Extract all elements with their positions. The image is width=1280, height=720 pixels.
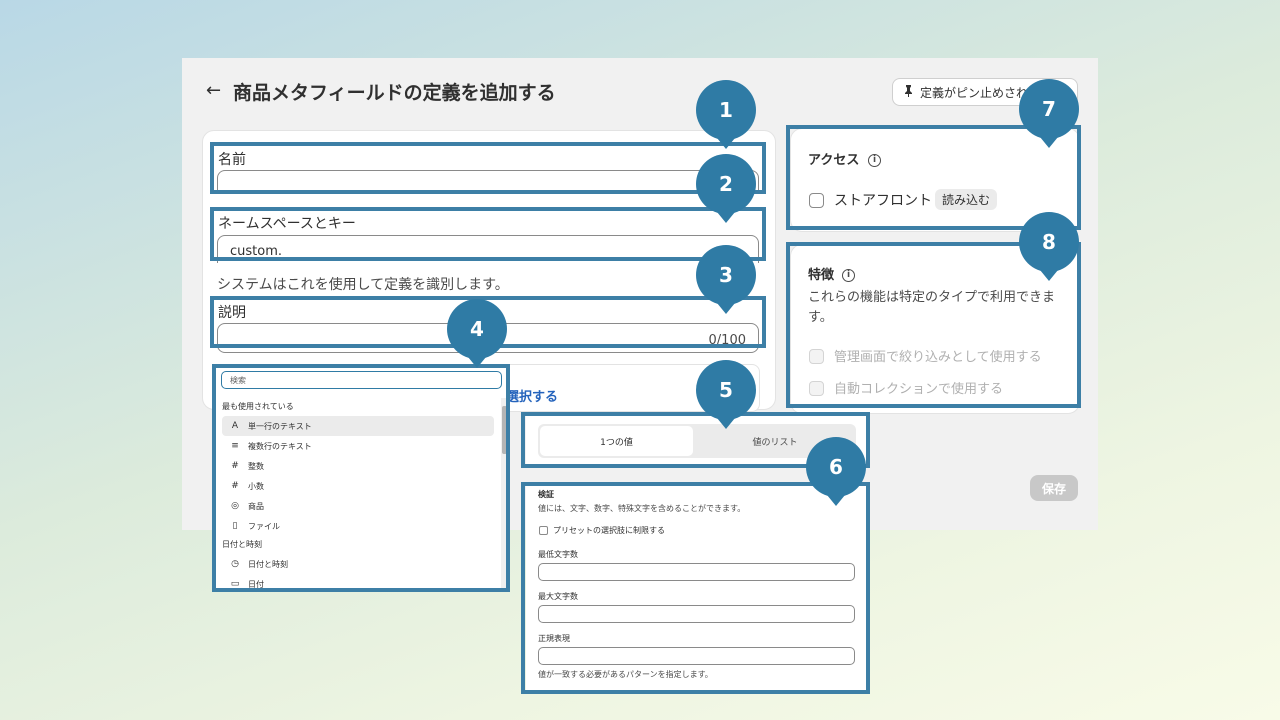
type-item-decimal[interactable]: # 小数 <box>222 476 494 496</box>
product-icon: ◎ <box>231 501 239 511</box>
type-item-label: 複数行のテキスト <box>248 441 312 451</box>
features-description-line2: す。 <box>808 310 833 325</box>
preset-checkbox[interactable] <box>539 526 548 535</box>
type-item-label: 日付と時刻 <box>248 559 288 569</box>
regex-help-text: 値が一致する必要があるパターンを指定します。 <box>538 670 713 679</box>
type-item-multi-line-text[interactable]: ≡ 複数行のテキスト <box>222 436 494 456</box>
single-value-option[interactable]: 1つの値 <box>540 426 693 456</box>
filter-label: 管理画面で絞り込みとして使用する <box>834 350 1042 365</box>
type-item-label: 日付 <box>248 579 264 589</box>
page-title: 商品メタフィールドの定義を追加する <box>233 82 556 104</box>
max-length-input[interactable] <box>538 605 855 623</box>
type-item-single-line-text[interactable]: A 単一行のテキスト <box>222 416 494 436</box>
type-item-label: ファイル <box>248 521 280 531</box>
pin-button-label: 定義がピン止めされ <box>920 85 1029 100</box>
type-item-file[interactable]: ▯ ファイル <box>222 516 494 536</box>
type-item-label: 単一行のテキスト <box>248 421 312 431</box>
step-badge-6: 6 <box>806 437 866 506</box>
namespace-input[interactable]: custom. <box>217 235 759 263</box>
type-picker-popover: 検索 最も使用されている A 単一行のテキスト ≡ 複数行のテキスト # 整数 … <box>216 368 508 588</box>
storefront-label: ストアフロント <box>834 193 932 209</box>
type-item-label: 小数 <box>248 481 264 491</box>
step-badge-2: 2 <box>696 154 756 223</box>
type-item-date[interactable]: ▭ 日付 <box>222 574 494 588</box>
access-title: アクセス <box>808 153 860 168</box>
type-item-label: 商品 <box>248 501 264 511</box>
collection-label: 自動コレクションで使用する <box>834 382 1004 397</box>
scrollbar[interactable] <box>501 398 508 588</box>
validation-title: 検証 <box>538 490 554 499</box>
name-label: 名前 <box>218 152 246 168</box>
description-label: 説明 <box>218 305 246 321</box>
type-search-input[interactable]: 検索 <box>221 371 502 389</box>
frequent-heading: 最も使用されている <box>222 402 294 411</box>
step-badge-7: 7 <box>1019 79 1079 148</box>
pin-icon <box>903 84 914 100</box>
regex-label: 正規表現 <box>538 634 570 643</box>
features-title: 特徴 <box>808 268 835 283</box>
min-length-input[interactable] <box>538 563 855 581</box>
clock-icon: ◷ <box>231 559 239 569</box>
regex-input[interactable] <box>538 647 855 665</box>
type-item-integer[interactable]: # 整数 <box>222 456 494 476</box>
validation-description: 値には、文字、数字、特殊文字を含めることができます。 <box>538 504 746 513</box>
preset-label: プリセットの選択肢に制限する <box>553 526 665 535</box>
namespace-help-text: システムはこれを使用して定義を識別します。 <box>217 277 509 293</box>
features-description-line1: これらの機能は特定のタイプで利用できま <box>808 290 1056 305</box>
file-icon: ▯ <box>232 521 238 531</box>
select-type-link[interactable]: 選択する <box>506 386 558 405</box>
step-badge-1: 1 <box>696 80 756 149</box>
step-badge-8: 8 <box>1019 212 1079 281</box>
scrollbar-thumb[interactable] <box>502 406 507 454</box>
description-counter: 0/100 <box>708 333 746 348</box>
type-item-label: 整数 <box>248 461 264 471</box>
hash-icon: # <box>231 461 239 471</box>
calendar-icon: ▭ <box>230 579 240 588</box>
text-icon: A <box>231 421 239 431</box>
namespace-label: ネームスペースとキー <box>218 216 356 232</box>
datetime-heading: 日付と時刻 <box>222 540 262 549</box>
storefront-read-tag: 読み込む <box>935 189 998 210</box>
name-input[interactable] <box>217 170 759 194</box>
validation-box: 検証 値には、文字、数字、特殊文字を含めることができます。 プリセットの選択肢に… <box>526 486 866 690</box>
namespace-value: custom. <box>230 244 283 259</box>
step-badge-4: 4 <box>447 299 507 368</box>
type-item-product[interactable]: ◎ 商品 <box>222 496 494 516</box>
hash-icon: # <box>231 481 239 491</box>
save-button[interactable]: 保存 <box>1030 475 1078 501</box>
min-length-label: 最低文字数 <box>538 550 578 559</box>
max-length-label: 最大文字数 <box>538 592 578 601</box>
back-arrow-icon[interactable]: ← <box>206 80 221 101</box>
paragraph-icon: ≡ <box>231 441 239 451</box>
step-badge-3: 3 <box>696 245 756 314</box>
step-badge-5: 5 <box>696 360 756 429</box>
info-icon[interactable]: i <box>842 265 855 284</box>
collection-checkbox[interactable] <box>809 378 824 397</box>
type-search-placeholder: 検索 <box>230 376 246 385</box>
type-item-datetime[interactable]: ◷ 日付と時刻 <box>222 554 494 574</box>
filter-checkbox[interactable] <box>809 346 824 365</box>
storefront-checkbox[interactable] <box>809 190 824 209</box>
info-icon[interactable]: i <box>868 150 881 169</box>
